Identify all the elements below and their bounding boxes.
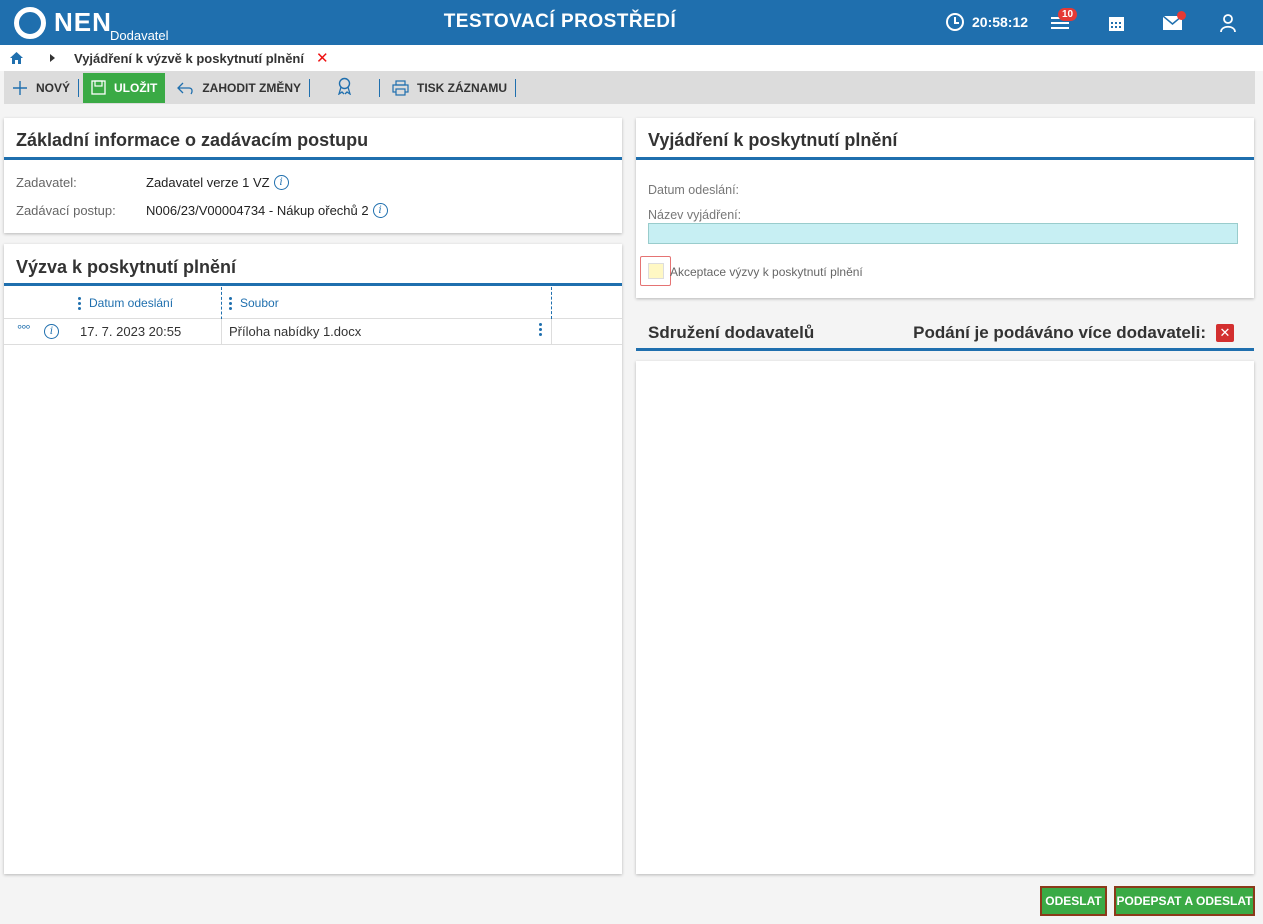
row-file[interactable]: Příloha nabídky 1.docx xyxy=(229,324,361,339)
breadcrumb-arrow-icon xyxy=(50,54,55,62)
panel-divider xyxy=(4,283,622,286)
row-menu-icon[interactable] xyxy=(539,323,542,336)
close-tab-icon[interactable]: ✕ xyxy=(316,49,329,67)
breadcrumb: Vyjádření k výzvě k poskytnutí plnění ✕ xyxy=(0,45,1263,71)
challenge-panel: Výzva k poskytnutí plnění Datum odeslání… xyxy=(4,244,622,874)
statement-title: Vyjádření k poskytnutí plnění xyxy=(648,130,898,150)
save-button[interactable]: ULOŽIT xyxy=(83,72,166,103)
info-icon[interactable]: i xyxy=(44,324,59,339)
basic-info-panel: Základní informace o zadávacím postupu Z… xyxy=(4,118,622,233)
column-header-file[interactable]: Soubor xyxy=(229,287,279,319)
breadcrumb-title[interactable]: Vyjádření k výzvě k poskytnutí plnění xyxy=(74,51,304,66)
clock: 20:58:12 xyxy=(946,13,1028,31)
association-title: Sdružení dodavatelů xyxy=(648,323,815,342)
undo-icon xyxy=(177,81,194,95)
calendar-button[interactable] xyxy=(1101,8,1131,38)
association-header: Sdružení dodavatelů Podání je podáváno v… xyxy=(636,308,1254,351)
procedure-label: Zadávací postup: xyxy=(16,203,116,218)
association-panel-body xyxy=(636,361,1254,874)
award-icon xyxy=(336,77,353,98)
row-divider xyxy=(551,319,552,344)
row-divider xyxy=(221,319,222,344)
notification-badge: 10 xyxy=(1058,8,1078,21)
column-divider xyxy=(551,287,552,319)
mail-button[interactable] xyxy=(1157,8,1187,38)
panel-divider xyxy=(636,157,1254,160)
panel-divider xyxy=(4,157,622,160)
sent-date-label: Datum odeslání: xyxy=(648,183,740,197)
new-button[interactable]: NOVÝ xyxy=(4,71,78,104)
new-label: NOVÝ xyxy=(36,80,71,95)
info-icon[interactable]: i xyxy=(372,203,388,218)
column-menu-icon[interactable] xyxy=(78,296,81,310)
statement-panel: Vyjádření k poskytnutí plnění Datum odes… xyxy=(636,118,1254,298)
toolbar: NOVÝ ULOŽIT ZAHODIT ZMĚNY TISK ZÁZNAMU xyxy=(4,71,1255,104)
discard-changes-label: ZAHODIT ZMĚNY xyxy=(202,80,302,95)
mail-unread-dot xyxy=(1177,11,1186,20)
panel-divider xyxy=(636,348,1254,351)
multi-supplier-toggle[interactable]: ✕ xyxy=(1216,324,1234,342)
contracting-authority-label: Zadavatel: xyxy=(16,175,77,190)
printer-icon xyxy=(392,79,409,96)
user-button[interactable] xyxy=(1213,8,1243,38)
user-icon xyxy=(1220,14,1236,32)
row-date: 17. 7. 2023 20:55 xyxy=(80,324,182,339)
statement-name-label: Název vyjádření: xyxy=(648,208,742,222)
table-row[interactable]: °°° i 17. 7. 2023 20:55 Příloha nabídky … xyxy=(4,319,622,345)
basic-info-title: Základní informace o zadávacím postupu xyxy=(16,130,369,150)
save-label: ULOŽIT xyxy=(114,80,158,95)
contracting-authority-text: Zadavatel verze 1 VZ xyxy=(146,175,270,190)
clock-icon xyxy=(946,13,964,31)
print-record-label: TISK ZÁZNAMU xyxy=(417,80,508,95)
row-actions-icon[interactable]: °°° xyxy=(17,322,31,337)
certificate-button[interactable] xyxy=(310,71,379,104)
acceptance-checkbox-frame[interactable] xyxy=(640,256,671,286)
send-button[interactable]: ODESLAT xyxy=(1040,886,1107,916)
acceptance-label: Akceptace výzvy k poskytnutí plnění xyxy=(670,265,863,279)
multi-supplier-label: Podání je podáváno více dodavateli: xyxy=(913,323,1206,342)
statement-name-input[interactable] xyxy=(648,223,1238,244)
contracting-authority-value: Zadavatel verze 1 VZ i xyxy=(146,175,289,190)
discard-changes-button[interactable]: ZAHODIT ZMĚNY xyxy=(169,71,309,104)
save-icon xyxy=(91,80,106,95)
clock-time: 20:58:12 xyxy=(972,14,1029,30)
acceptance-checkbox[interactable] xyxy=(647,263,664,279)
print-record-button[interactable]: TISK ZÁZNAMU xyxy=(380,71,515,104)
plus-icon xyxy=(12,80,28,96)
toolbar-divider xyxy=(515,78,517,97)
top-bar: NEN Dodavatel TESTOVACÍ PROSTŘEDÍ 20:58:… xyxy=(0,0,1263,45)
calendar-icon xyxy=(1108,16,1124,31)
procedure-value: N006/23/V00004734 - Nákup ořechů 2 i xyxy=(146,203,388,218)
column-header-date-label: Datum odeslání xyxy=(89,296,174,310)
info-icon[interactable]: i xyxy=(273,175,289,190)
multi-supplier-field: Podání je podáváno více dodavateli: ✕ xyxy=(913,323,1234,343)
grid-header: Datum odeslání Soubor xyxy=(4,287,622,344)
sign-and-send-button[interactable]: PODEPSAT A ODESLAT xyxy=(1114,886,1255,916)
column-menu-icon[interactable] xyxy=(229,296,232,310)
challenge-title: Výzva k poskytnutí plnění xyxy=(16,257,237,277)
home-icon[interactable] xyxy=(10,51,24,65)
column-header-file-label: Soubor xyxy=(240,296,279,310)
column-header-date[interactable]: Datum odeslání xyxy=(78,287,173,319)
procedure-text: N006/23/V00004734 - Nákup ořechů 2 xyxy=(146,203,369,218)
menu-button[interactable]: 10 xyxy=(1045,8,1078,38)
toolbar-divider xyxy=(78,78,80,97)
